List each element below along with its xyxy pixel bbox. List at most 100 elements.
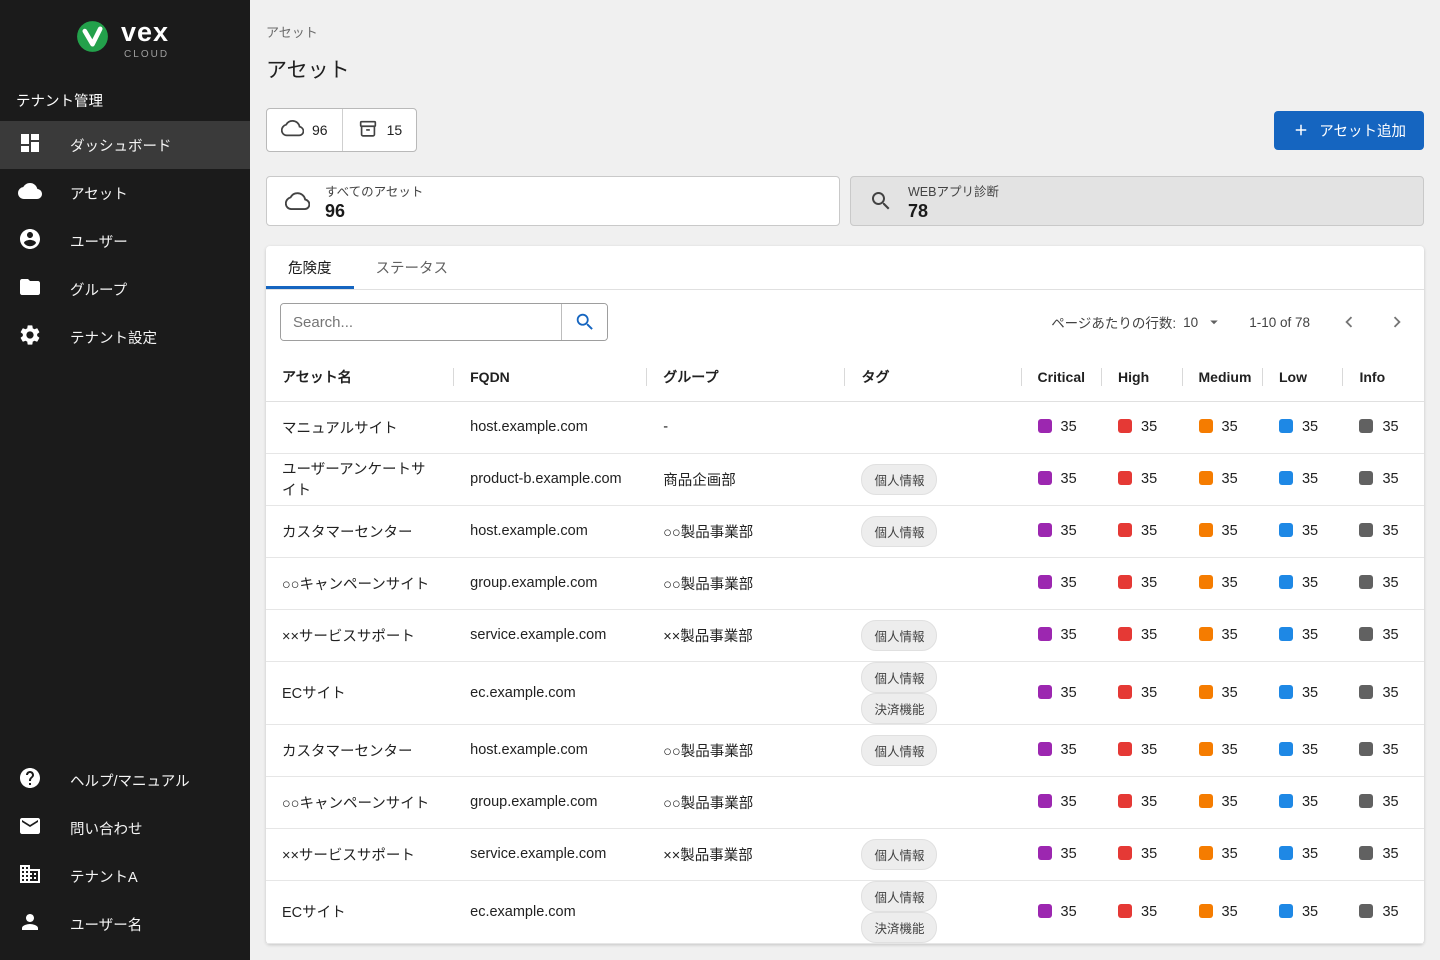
- asset-name-cell: マニュアルサイト: [266, 401, 454, 453]
- group-cell: ××製品事業部: [647, 828, 845, 880]
- sidebar-item-label: ダッシュボード: [70, 135, 172, 156]
- asset-panel: 危険度 ステータス ページあたりの行数: 10 1-10 of 78: [266, 246, 1424, 944]
- toggle-cloud-assets[interactable]: 96: [267, 109, 342, 151]
- column-header-info[interactable]: Info: [1343, 354, 1424, 401]
- group-cell: ○○製品事業部: [647, 557, 845, 609]
- rows-per-page-select[interactable]: ページあたりの行数: 10: [1051, 312, 1223, 332]
- fqdn-cell: group.example.com: [454, 776, 647, 828]
- critical-count: 35: [1061, 685, 1077, 701]
- column-header-critical[interactable]: Critical: [1022, 354, 1102, 401]
- rows-per-page-value: 10: [1183, 315, 1198, 330]
- sidebar-item-label: グループ: [70, 279, 127, 300]
- table-row[interactable]: ECサイトec.example.com個人情報決済機能3535353535: [266, 880, 1424, 943]
- medium-count: 35: [1222, 419, 1238, 435]
- critical-count: 35: [1061, 575, 1077, 591]
- info-severity-swatch: [1359, 419, 1373, 433]
- table-row[interactable]: カスタマーセンターhost.example.com○○製品事業部個人情報3535…: [266, 505, 1424, 557]
- table-row[interactable]: ××サービスサポートservice.example.com××製品事業部個人情報…: [266, 609, 1424, 661]
- page-title: アセット: [266, 54, 1424, 84]
- search-input[interactable]: [281, 304, 561, 340]
- main-content: アセット アセット 96 15 アセット追加: [250, 0, 1440, 960]
- low-count-cell: 35: [1263, 776, 1343, 828]
- critical-severity-swatch: [1038, 471, 1052, 485]
- medium-count-cell: 35: [1183, 880, 1263, 943]
- column-header-low[interactable]: Low: [1263, 354, 1343, 401]
- high-count-cell: 35: [1102, 661, 1182, 724]
- low-severity-swatch: [1279, 419, 1293, 433]
- sidebar-spacer: [0, 361, 250, 756]
- next-page-button[interactable]: [1384, 309, 1410, 335]
- info-count: 35: [1382, 685, 1398, 701]
- critical-severity-swatch: [1038, 846, 1052, 860]
- info-count-cell: 35: [1343, 880, 1424, 943]
- sidebar-item-groups[interactable]: グループ: [0, 265, 250, 313]
- medium-count-cell: 35: [1183, 609, 1263, 661]
- sidebar-item-assets[interactable]: アセット: [0, 169, 250, 217]
- search-icon: [574, 311, 596, 333]
- cloud-outline-icon: [281, 117, 304, 143]
- brand-logo[interactable]: vex CLOUD: [0, 0, 250, 74]
- tab-risk[interactable]: 危険度: [266, 246, 354, 289]
- column-header-fqdn[interactable]: FQDN: [454, 354, 647, 401]
- info-count-cell: 35: [1343, 557, 1424, 609]
- info-count: 35: [1382, 627, 1398, 643]
- critical-count-cell: 35: [1022, 609, 1102, 661]
- high-count-cell: 35: [1102, 828, 1182, 880]
- table-row[interactable]: ユーザーアンケートサイトproduct-b.example.com商品企画部個人…: [266, 453, 1424, 505]
- high-count: 35: [1141, 575, 1157, 591]
- critical-count: 35: [1061, 627, 1077, 643]
- add-asset-button[interactable]: アセット追加: [1274, 111, 1424, 150]
- tab-status[interactable]: ステータス: [354, 246, 471, 289]
- tags-cell: [845, 401, 1021, 453]
- search-button[interactable]: [561, 304, 607, 340]
- asset-table-head: アセット名 FQDN グループ タグ Critical High Medium …: [266, 354, 1424, 401]
- asset-name-cell: ECサイト: [266, 880, 454, 943]
- asset-name-cell: ○○キャンペーンサイト: [266, 557, 454, 609]
- sidebar: vex CLOUD テナント管理 ダッシュボード アセット ユーザー グループ: [0, 0, 250, 960]
- sidebar-item-tenant[interactable]: テナントA: [0, 852, 250, 900]
- table-row[interactable]: ××サービスサポートservice.example.com××製品事業部個人情報…: [266, 828, 1424, 880]
- stats-row: すべてのアセット 96 WEBアプリ診断 78: [266, 176, 1424, 226]
- sidebar-item-label: ユーザー名: [70, 914, 142, 935]
- chevron-down-icon: [1205, 313, 1223, 331]
- tag-chip: 決済機能: [861, 912, 937, 943]
- high-count-cell: 35: [1102, 505, 1182, 557]
- sidebar-item-users[interactable]: ユーザー: [0, 217, 250, 265]
- sidebar-item-help[interactable]: ヘルプ/マニュアル: [0, 756, 250, 804]
- column-header-high[interactable]: High: [1102, 354, 1182, 401]
- medium-severity-swatch: [1199, 627, 1213, 641]
- stat-card-all-assets[interactable]: すべてのアセット 96: [266, 176, 840, 226]
- toggle-server-assets[interactable]: 15: [342, 109, 417, 151]
- table-row[interactable]: ECサイトec.example.com個人情報決済機能3535353535: [266, 661, 1424, 724]
- table-row[interactable]: ○○キャンペーンサイトgroup.example.com○○製品事業部35353…: [266, 557, 1424, 609]
- info-severity-swatch: [1359, 742, 1373, 756]
- tag-chip: 個人情報: [861, 464, 937, 495]
- sidebar-item-dashboard[interactable]: ダッシュボード: [0, 121, 250, 169]
- sidebar-section-title: テナント管理: [0, 74, 250, 121]
- column-header-tags[interactable]: タグ: [845, 354, 1021, 401]
- table-row[interactable]: カスタマーセンターhost.example.com○○製品事業部個人情報3535…: [266, 724, 1424, 776]
- info-count-cell: 35: [1343, 828, 1424, 880]
- group-cell: ○○製品事業部: [647, 505, 845, 557]
- high-count: 35: [1141, 742, 1157, 758]
- sidebar-bottom-nav: ヘルプ/マニュアル 問い合わせ テナントA ユーザー名: [0, 756, 250, 948]
- column-header-medium[interactable]: Medium: [1183, 354, 1263, 401]
- medium-count-cell: 35: [1183, 453, 1263, 505]
- brand-name: vex: [121, 19, 169, 46]
- high-count-cell: 35: [1102, 880, 1182, 943]
- asset-name-cell: ○○キャンペーンサイト: [266, 776, 454, 828]
- table-row[interactable]: マニュアルサイトhost.example.com-3535353535: [266, 401, 1424, 453]
- sidebar-item-username[interactable]: ユーザー名: [0, 900, 250, 948]
- info-count-cell: 35: [1343, 661, 1424, 724]
- high-severity-swatch: [1118, 523, 1132, 537]
- high-count: 35: [1141, 846, 1157, 862]
- table-row[interactable]: ○○キャンペーンサイトgroup.example.com○○製品事業部35353…: [266, 776, 1424, 828]
- stat-card-webapp-scan[interactable]: WEBアプリ診断 78: [850, 176, 1424, 226]
- column-header-asset-name[interactable]: アセット名: [266, 354, 454, 401]
- prev-page-button[interactable]: [1336, 309, 1362, 335]
- sidebar-item-tenant-settings[interactable]: テナント設定: [0, 313, 250, 361]
- sidebar-item-label: テナント設定: [70, 327, 157, 348]
- column-header-group[interactable]: グループ: [647, 354, 845, 401]
- sidebar-item-contact[interactable]: 問い合わせ: [0, 804, 250, 852]
- fqdn-cell: ec.example.com: [454, 880, 647, 943]
